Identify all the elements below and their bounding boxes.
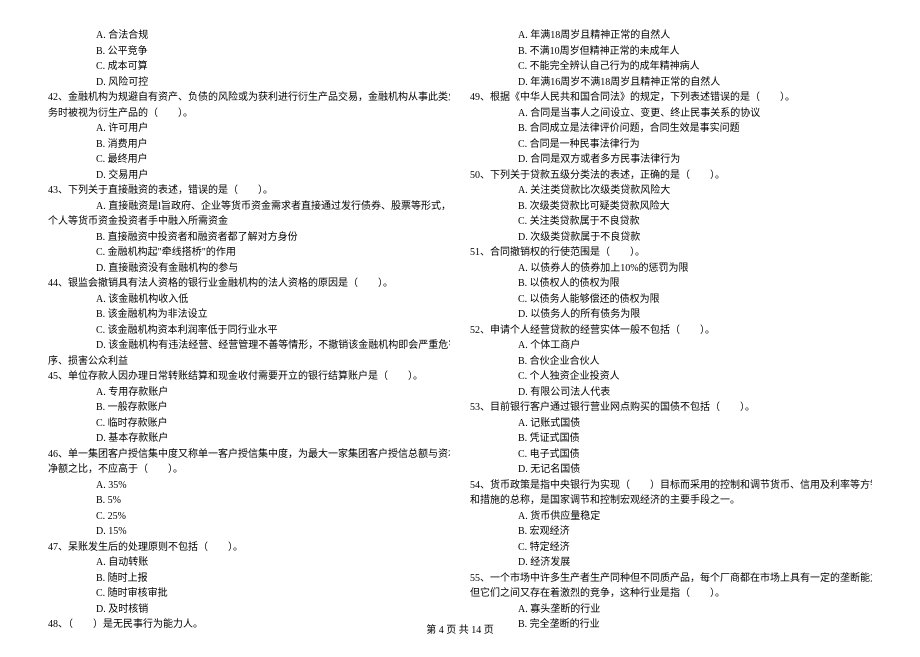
text-line: C. 不能完全辨认自己行为的成年精神病人 bbox=[470, 59, 872, 75]
text-line: C. 特定经济 bbox=[470, 540, 872, 556]
text-line: 49、根据《中华人民共和国合同法》的规定，下列表述错误的是（ ）。 bbox=[470, 90, 872, 106]
text-line: A. 专用存款账户 bbox=[48, 385, 450, 401]
text-line: 44、银监会撤销具有法人资格的银行业金融机构的法人资格的原因是（ ）。 bbox=[48, 276, 450, 292]
text-line: A. 个体工商户 bbox=[470, 338, 872, 354]
text-line: 47、呆账发生后的处理原则不包括（ ）。 bbox=[48, 540, 450, 556]
text-line: D. 该金融机构有违法经营、经营管理不善等情形，不撤销该金融机构即会严重危害金融… bbox=[48, 338, 450, 354]
text-line: C. 该金融机构资本利润率低于同行业水平 bbox=[48, 323, 450, 339]
text-line: D. 直接融资没有金融机构的参与 bbox=[48, 261, 450, 277]
text-line: C. 关注类贷款属于不良贷款 bbox=[470, 214, 872, 230]
text-line: 43、下列关于直接融资的表述，错误的是（ ）。 bbox=[48, 183, 450, 199]
text-line: D. 合同是双方或者多方民事法律行为 bbox=[470, 152, 872, 168]
text-line: B. 凭证式国债 bbox=[470, 431, 872, 447]
text-line: 52、申请个人经营贷款的经营实体一般不包括（ ）。 bbox=[470, 323, 872, 339]
text-line: A. 关注类贷款比次级类贷款风险大 bbox=[470, 183, 872, 199]
text-line: D. 次级类贷款属于不良贷款 bbox=[470, 230, 872, 246]
text-line: B. 直接融资中投资者和融资者都了解对方身份 bbox=[48, 230, 450, 246]
text-line: A. 该金融机构收入低 bbox=[48, 292, 450, 308]
text-line: B. 该金融机构为非法设立 bbox=[48, 307, 450, 323]
text-line: A. 合法合规 bbox=[48, 28, 450, 44]
text-line: C. 随时审核审批 bbox=[48, 586, 450, 602]
text-line: A. 许可用户 bbox=[48, 121, 450, 137]
text-line: B. 5% bbox=[48, 493, 450, 509]
left-column: A. 合法合规B. 公平竞争C. 成本可算D. 风险可控42、金融机构为规避自有… bbox=[48, 28, 460, 633]
text-line: D. 有限公司法人代表 bbox=[470, 385, 872, 401]
text-line: 但它们之间又存在着激烈的竞争，这种行业是指（ ）。 bbox=[470, 586, 872, 602]
text-line: D. 基本存款账户 bbox=[48, 431, 450, 447]
text-line: B. 次级类贷款比可疑类贷款风险大 bbox=[470, 199, 872, 215]
text-line: B. 公平竞争 bbox=[48, 44, 450, 60]
text-line: B. 一般存款账户 bbox=[48, 400, 450, 416]
text-line: 55、一个市场中许多生产者生产同种但不同质产品，每个厂商都在市场上具有一定的垄断… bbox=[470, 571, 872, 587]
text-line: D. 无记名国债 bbox=[470, 462, 872, 478]
text-line: C. 临时存款账户 bbox=[48, 416, 450, 432]
text-line: A. 年满18周岁且精神正常的自然人 bbox=[470, 28, 872, 44]
text-line: C. 电子式国债 bbox=[470, 447, 872, 463]
text-line: 序、损害公众利益 bbox=[48, 354, 450, 370]
text-line: 53、目前银行客户通过银行营业网点购买的国债不包括（ ）。 bbox=[470, 400, 872, 416]
text-line: 净额之比，不应高于（ ）。 bbox=[48, 462, 450, 478]
page-content: A. 合法合规B. 公平竞争C. 成本可算D. 风险可控42、金融机构为规避自有… bbox=[0, 0, 920, 657]
text-line: A. 寡头垄断的行业 bbox=[470, 602, 872, 618]
text-line: A. 以债券人的债券加上10%的惩罚为限 bbox=[470, 261, 872, 277]
text-line: B. 不满10周岁但精神正常的未成年人 bbox=[470, 44, 872, 60]
text-line: C. 最终用户 bbox=[48, 152, 450, 168]
text-line: A. 直接融资是l旨政府、企业等货币资金需求者直接通过发行债券、股票等形式，从机… bbox=[48, 199, 450, 215]
text-line: D. 交易用户 bbox=[48, 168, 450, 184]
text-line: B. 合同成立是法律评价问题，合同生效是事实问题 bbox=[470, 121, 872, 137]
text-line: C. 个人独资企业投资人 bbox=[470, 369, 872, 385]
text-line: A. 货币供应量稳定 bbox=[470, 509, 872, 525]
text-line: 42、金融机构为规避自有资产、负债的风险或为获利进行衍生产品交易，金融机构从事此… bbox=[48, 90, 450, 106]
text-line: B. 合伙企业合伙人 bbox=[470, 354, 872, 370]
text-line: D. 及时核销 bbox=[48, 602, 450, 618]
right-column: A. 年满18周岁且精神正常的自然人B. 不满10周岁但精神正常的未成年人C. … bbox=[460, 28, 872, 633]
text-line: 务时被视为衍生产品的（ ）。 bbox=[48, 106, 450, 122]
text-line: D. 15% bbox=[48, 524, 450, 540]
text-line: 45、单位存款人因办理日常转账结算和现金收付需要开立的银行结算账户是（ ）。 bbox=[48, 369, 450, 385]
text-line: D. 年满16周岁不满18周岁且精神正常的自然人 bbox=[470, 75, 872, 91]
text-line: B. 宏观经济 bbox=[470, 524, 872, 540]
text-line: A. 合同是当事人之间设立、变更、终止民事关系的协议 bbox=[470, 106, 872, 122]
text-line: C. 25% bbox=[48, 509, 450, 525]
text-line: B. 随时上报 bbox=[48, 571, 450, 587]
text-line: D. 风险可控 bbox=[48, 75, 450, 91]
text-line: A. 35% bbox=[48, 478, 450, 494]
text-line: D. 经济发展 bbox=[470, 555, 872, 571]
text-line: 51、合同撤销权的行使范围是（ ）。 bbox=[470, 245, 872, 261]
text-line: 54、货币政策是指中央银行为实现（ ）目标而采用的控制和调节货币、信用及利率等方… bbox=[470, 478, 872, 494]
text-line: C. 以债务人能够偿还的债权为限 bbox=[470, 292, 872, 308]
text-line: C. 金融机构起"牵线搭桥"的作用 bbox=[48, 245, 450, 261]
text-line: 个人等货币资金投资者手中融入所需资金 bbox=[48, 214, 450, 230]
text-line: C. 合同是一种民事法律行为 bbox=[470, 137, 872, 153]
text-line: D. 以债务人的所有债务为限 bbox=[470, 307, 872, 323]
text-line: A. 自动转账 bbox=[48, 555, 450, 571]
text-line: B. 以债权人的债权为限 bbox=[470, 276, 872, 292]
text-line: 和措施的总称，是国家调节和控制宏观经济的主要手段之一。 bbox=[470, 493, 872, 509]
text-line: 46、单一集团客户授信集中度又称单一客户授信集中度，为最大一家集团客户授信总额与… bbox=[48, 447, 450, 463]
text-line: C. 成本可算 bbox=[48, 59, 450, 75]
text-line: B. 消费用户 bbox=[48, 137, 450, 153]
page-footer: 第 4 页 共 14 页 bbox=[0, 623, 920, 639]
text-line: 50、下列关于贷款五级分类法的表述，正确的是（ ）。 bbox=[470, 168, 872, 184]
text-line: A. 记账式国债 bbox=[470, 416, 872, 432]
